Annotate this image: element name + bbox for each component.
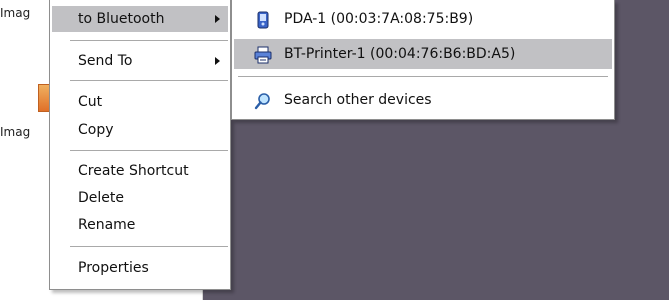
device-item-pda-1[interactable]: PDA-1 (00:03:7A:08:75:B9) [234,4,612,34]
search-label: Search other devices [284,92,432,108]
submenu-separator [238,76,608,77]
menu-item-label: Copy [78,122,114,138]
pda-icon [254,10,272,29]
submenu-arrow-icon [215,15,220,23]
menu-item-label: Properties [78,260,149,276]
device-label: BT-Printer-1 (00:04:76:B6:BD:A5) [284,46,516,62]
file-label[interactable]: Imag [0,6,30,20]
menu-item-properties[interactable]: Properties [52,255,228,281]
submenu-arrow-icon [215,57,220,65]
menu-separator [70,80,228,81]
menu-item-delete[interactable]: Delete [52,185,228,211]
search-icon [254,91,272,110]
menu-item-label: Rename [78,217,136,233]
menu-item-to-bluetooth[interactable]: to Bluetooth [52,6,228,32]
menu-item-label: Send To [78,53,133,69]
printer-icon [254,45,272,64]
menu-item-create-shortcut[interactable]: Create Shortcut [52,158,228,184]
menu-item-copy[interactable]: Copy [52,117,228,143]
menu-item-label: Create Shortcut [78,163,189,179]
device-item-bt-printer-1[interactable]: BT-Printer-1 (00:04:76:B6:BD:A5) [234,39,612,69]
device-label: PDA-1 (00:03:7A:08:75:B9) [284,11,474,27]
file-label[interactable]: Imag [0,125,30,139]
menu-item-label: Cut [78,94,103,110]
menu-item-send-to[interactable]: Send To [52,48,228,74]
context-menu: to Bluetooth Send To Cut Copy Create Sho… [49,0,231,290]
menu-item-label: to Bluetooth [78,11,165,27]
menu-separator [70,246,228,247]
menu-item-label: Delete [78,190,124,206]
menu-separator [70,150,228,151]
bluetooth-submenu: PDA-1 (00:03:7A:08:75:B9) BT-Printer-1 (… [231,0,615,120]
menu-separator [70,40,228,41]
search-other-devices-item[interactable]: Search other devices [234,85,612,115]
menu-item-cut[interactable]: Cut [52,89,228,115]
menu-item-rename[interactable]: Rename [52,212,228,238]
